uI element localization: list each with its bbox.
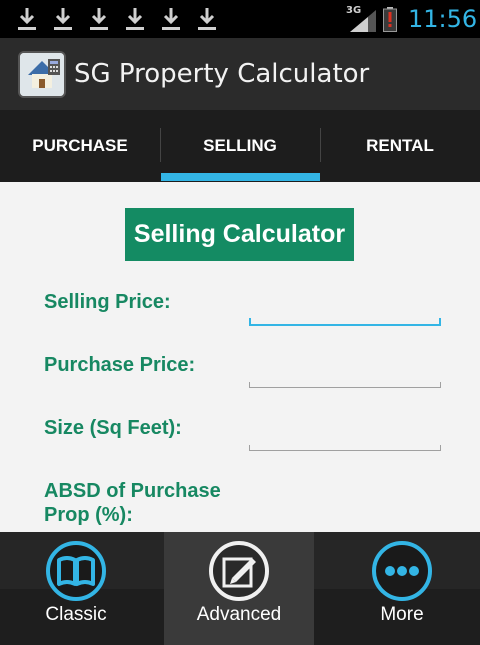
download-icon <box>54 8 72 30</box>
absd-label-line2: Prop (%): <box>44 504 133 526</box>
battery-alert-icon <box>383 7 397 32</box>
download-icon <box>198 8 216 30</box>
nav-advanced[interactable]: Advanced <box>164 532 314 645</box>
tab-bar: PURCHASE SELLING RENTAL <box>0 110 480 182</box>
tab-selling[interactable]: SELLING <box>160 110 320 182</box>
size-label: Size (Sq Feet): <box>44 417 182 439</box>
nav-more[interactable]: More <box>327 532 477 645</box>
calculator-form: Selling Calculator Selling Price: Purcha… <box>0 182 480 532</box>
book-icon <box>46 541 106 601</box>
download-icon <box>162 8 180 30</box>
nav-classic-label: Classic <box>45 604 107 625</box>
clock: 11:56 <box>408 5 478 33</box>
app-title: SG Property Calculator <box>74 59 370 89</box>
tab-purchase[interactable]: PURCHASE <box>0 110 160 182</box>
selling-price-input[interactable] <box>249 318 441 326</box>
calculator-title: Selling Calculator <box>125 208 354 261</box>
download-icon <box>90 8 108 30</box>
signal-icon: 3G <box>346 5 376 32</box>
selected-tab-indicator <box>161 173 320 181</box>
absd-label-line1: ABSD of Purchase <box>44 480 221 502</box>
edit-icon <box>209 541 269 601</box>
selling-price-label: Selling Price: <box>44 291 171 313</box>
nav-advanced-label: Advanced <box>196 604 282 625</box>
status-bar: 3G 11:56 <box>0 0 480 38</box>
tab-rental[interactable]: RENTAL <box>320 110 480 182</box>
download-icon <box>126 8 144 30</box>
bottom-nav: Classic Advanced More <box>0 532 480 645</box>
more-icon <box>372 541 432 601</box>
download-icon <box>18 8 36 30</box>
house-calculator-icon[interactable] <box>18 51 66 98</box>
nav-classic[interactable]: Classic <box>1 532 151 645</box>
action-bar: SG Property Calculator <box>0 38 480 110</box>
nav-more-label: More <box>380 604 424 625</box>
purchase-price-input[interactable] <box>249 382 441 388</box>
purchase-price-label: Purchase Price: <box>44 354 196 376</box>
size-input[interactable] <box>249 445 441 451</box>
